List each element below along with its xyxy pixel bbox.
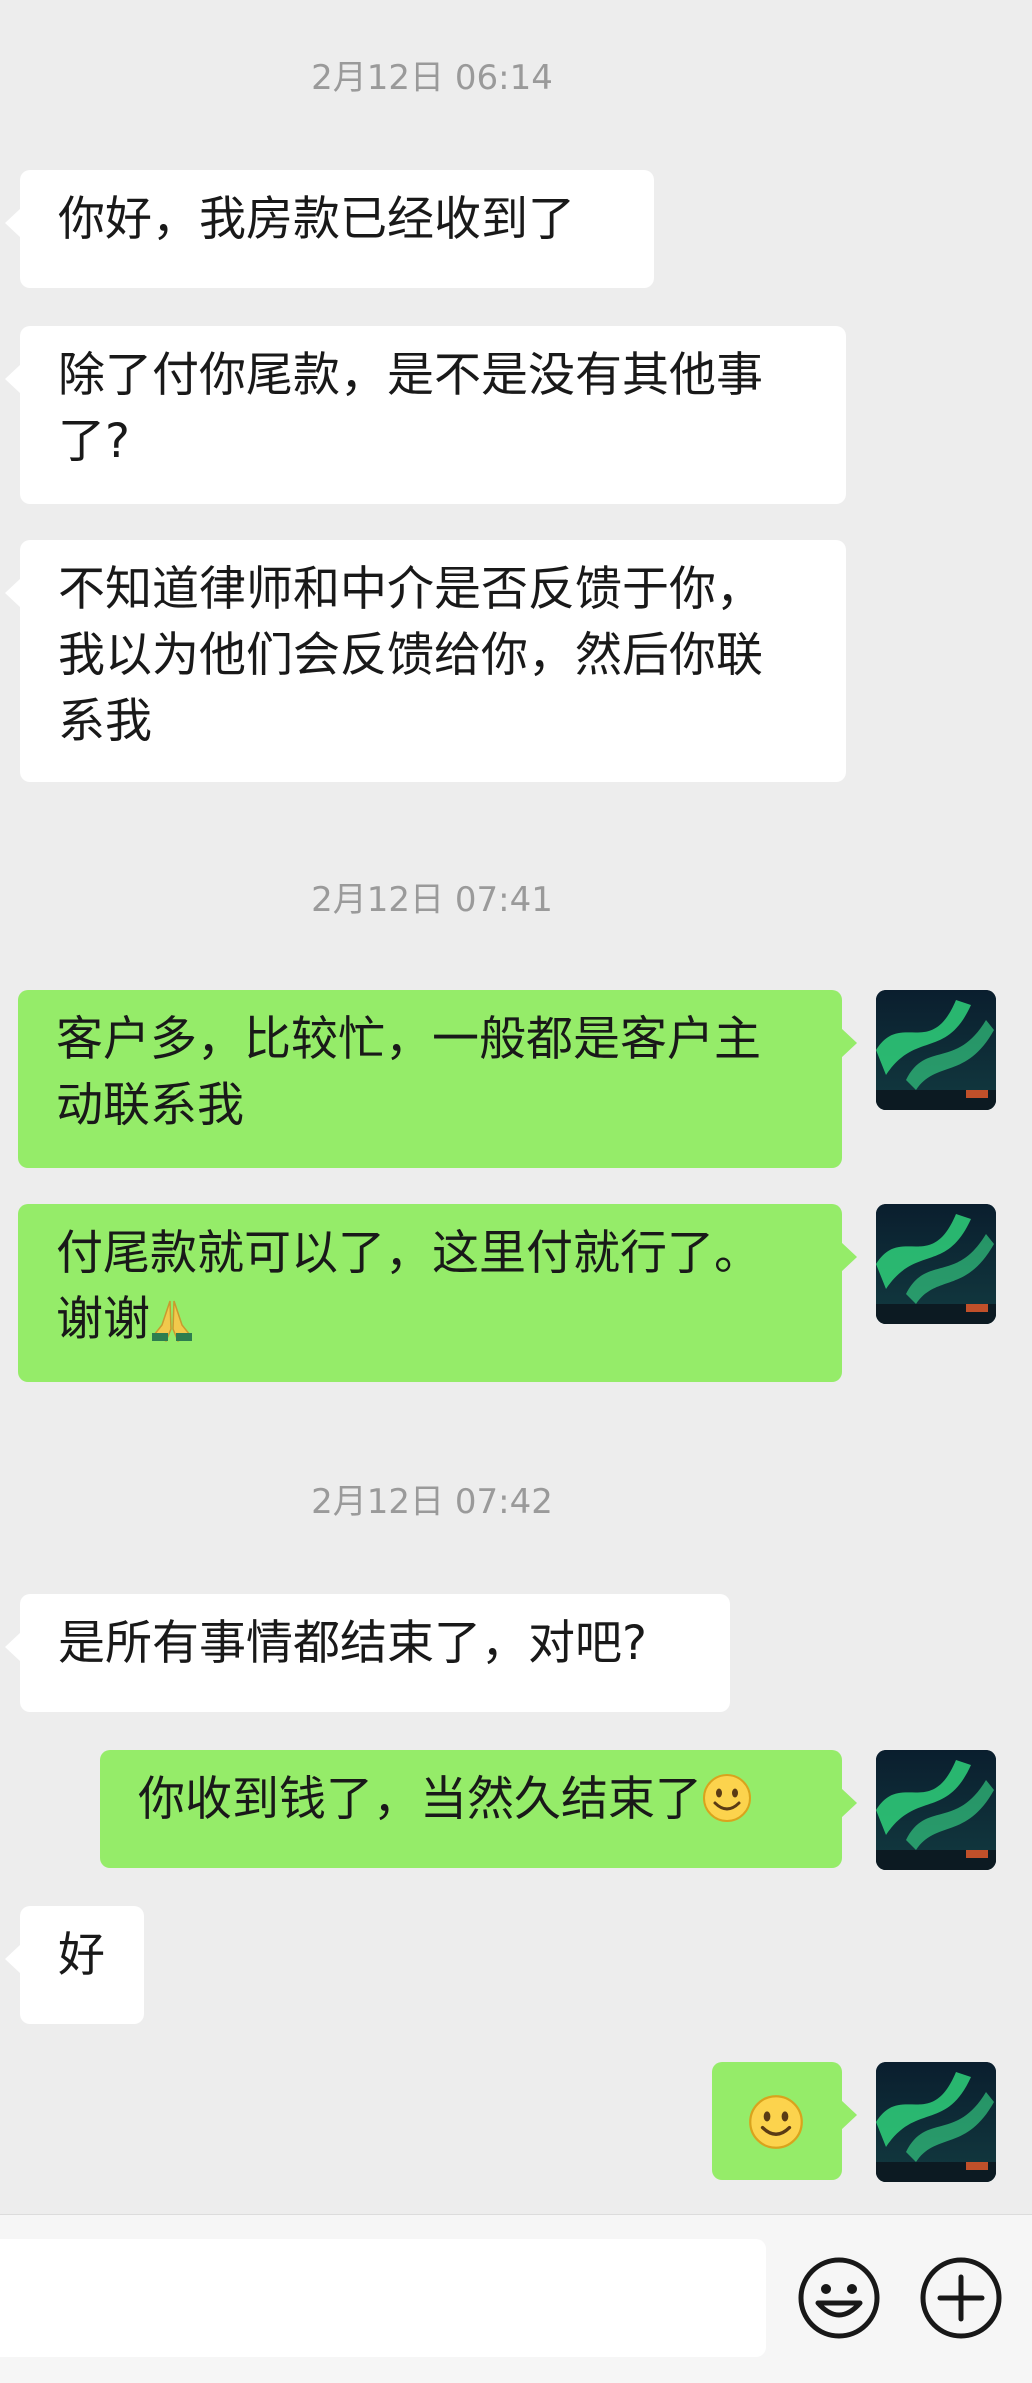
message-bubble-incoming[interactable]: 除了付你尾款，是不是没有其他事 了? [5,326,846,504]
smile-emoji-icon [703,1774,751,1822]
smile-emoji-icon [749,2095,803,2149]
message-bubble-outgoing[interactable]: 客户多，比较忙，一般都是客户主 动联系我 [18,990,857,1168]
pray-emoji-icon [152,1300,192,1343]
timestamp: 2月12日 07:41 [311,880,553,920]
message-bubble-incoming[interactable]: 你好，我房款已经收到了 [5,170,654,288]
input-bar [0,2214,1032,2383]
message-bubble-incoming[interactable]: 是所有事情都结束了，对吧? [5,1594,730,1712]
message-bubble-outgoing[interactable] [712,2062,857,2180]
message-bubble-outgoing[interactable]: 你收到钱了，当然久结束了 [100,1750,857,1868]
message-text: 除了付你尾款，是不是没有其他事 了? [58,348,763,469]
avatar[interactable] [876,1750,996,1870]
timestamp: 2月12日 07:42 [311,1482,553,1522]
message-text: 客户多，比较忙，一般都是客户主 动联系我 [56,1012,761,1133]
message-text: 好 [58,1928,105,1983]
message-bubble-incoming[interactable]: 好 [5,1906,144,2024]
avatar[interactable] [876,2062,996,2182]
message-bubble-incoming[interactable]: 不知道律师和中介是否反馈于你， 我以为他们会反馈给你，然后你联 系我 [5,540,846,782]
message-bubble-outgoing[interactable]: 付尾款就可以了，这里付就行了。 谢谢 [18,1204,857,1382]
timestamp: 2月12日 06:14 [311,58,553,98]
message-text: 你收到钱了，当然久结束了 [138,1772,702,1827]
plus-icon[interactable] [918,2255,1004,2341]
avatar[interactable] [876,1204,996,1324]
message-text: 是所有事情都结束了，对吧? [58,1616,647,1671]
avatar[interactable] [876,990,996,1110]
message-text: 不知道律师和中介是否反馈于你， 我以为他们会反馈给你，然后你联 系我 [58,562,763,749]
emoji-icon[interactable] [796,2255,882,2341]
message-input[interactable] [0,2239,766,2357]
message-text: 你好，我房款已经收到了 [58,192,575,247]
